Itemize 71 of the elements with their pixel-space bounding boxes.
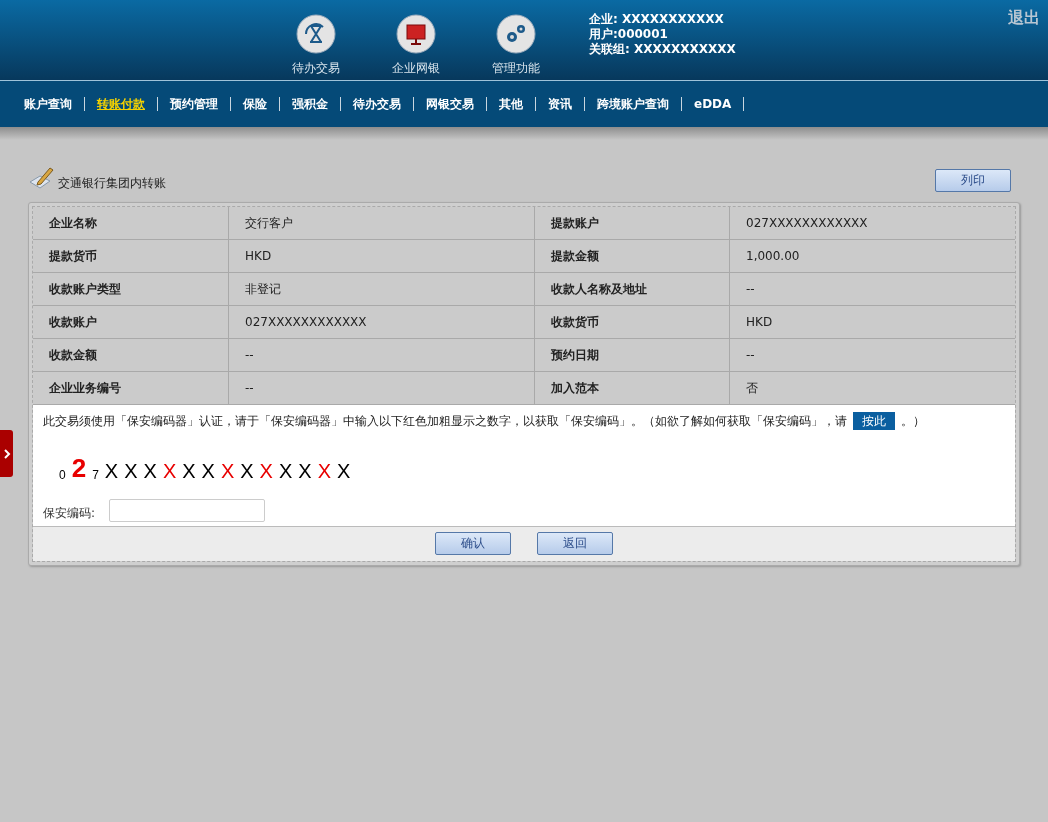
code-digit: 0 (59, 469, 66, 481)
field-value: 027XXXXXXXXXXXX (229, 306, 535, 339)
nav-tab[interactable]: 跨境账户查询 (585, 97, 682, 111)
nav-tab[interactable]: 其他 (487, 97, 536, 111)
field-value: 非登记 (229, 273, 535, 306)
print-button[interactable]: 列印 (935, 169, 1011, 192)
field-label: 加入范本 (535, 372, 730, 405)
code-digit: X (259, 461, 273, 481)
code-digit: X (298, 461, 312, 481)
shortcut-link[interactable]: 管理功能 (483, 14, 549, 80)
code-digit: X (124, 461, 138, 481)
field-label: 企业名称 (33, 207, 229, 240)
back-button[interactable]: 返回 (537, 532, 613, 555)
code-digit: 2 (71, 455, 87, 481)
nav-tab[interactable]: 待办交易 (341, 97, 414, 111)
field-label: 提款货币 (33, 240, 229, 273)
code-digit: X (336, 461, 351, 481)
security-code-field[interactable] (109, 499, 266, 522)
field-value: -- (229, 372, 535, 405)
nav-tab[interactable]: 转账付款 (85, 97, 158, 111)
user-info-text: 企业: XXXXXXXXXXX (589, 12, 725, 27)
field-value: -- (730, 339, 1015, 372)
code-digit: X (182, 461, 196, 481)
confirm-button[interactable]: 确认 (435, 532, 511, 555)
nav-tab[interactable]: eDDA (682, 97, 745, 111)
click-here-link[interactable]: 按此 (853, 412, 895, 430)
field-label: 收款货币 (535, 306, 730, 339)
logout-link[interactable]: 退出 (1008, 8, 1040, 29)
code-digit: X (240, 461, 254, 481)
field-label: 收款账户 (33, 306, 229, 339)
nav-tab[interactable]: 网银交易 (414, 97, 487, 111)
user-info-text: 用户:000001 (589, 27, 669, 42)
gears-icon (496, 14, 536, 54)
nav-tab[interactable]: 强积金 (280, 97, 341, 111)
field-value: HKD (730, 306, 1015, 339)
nav-tab[interactable]: 账户查询 (12, 97, 85, 111)
code-digit: 7 (92, 469, 99, 481)
page-title: 交通银行集团内转账 (58, 175, 166, 192)
field-value: -- (229, 339, 535, 372)
field-value: 否 (730, 372, 1015, 405)
monitor-icon (396, 14, 436, 54)
field-label: 预约日期 (535, 339, 730, 372)
shortcut-link[interactable]: 企业网银 (383, 14, 449, 80)
code-digit: X (220, 461, 235, 481)
code-digit: X (201, 461, 215, 481)
code-digit: X (104, 461, 119, 481)
field-label: 企业业务编号 (33, 372, 229, 405)
user-info-text: 关联组: XXXXXXXXXXX (589, 42, 736, 57)
hourglass-icon (296, 14, 336, 54)
chevron-right-icon (2, 448, 11, 459)
nav-tab[interactable]: 保险 (231, 97, 280, 111)
side-panel-toggle[interactable] (0, 430, 13, 477)
field-value: -- (730, 273, 1015, 306)
field-label: 提款账户 (535, 207, 730, 240)
field-value: 1,000.00 (730, 240, 1015, 273)
field-value: HKD (229, 240, 535, 273)
instruction-text: 此交易须使用「保安编码器」认证，请于「保安编码器」中输入以下红色加粗显示之数字，以获取「保安编码」。（如欲了解如何获取「保安编码」，请 按此 。） (43, 411, 926, 431)
shortcut-link[interactable]: 待办交易 (283, 14, 349, 80)
code-digit: X (162, 461, 177, 481)
field-label: 保安编码: (43, 505, 96, 522)
field-value: 交行客户 (229, 207, 535, 240)
field-label: 收款金额 (33, 339, 229, 372)
code-digit: X (317, 461, 331, 481)
field-value: 027XXXXXXXXXXXX (730, 207, 1015, 240)
nav-tab[interactable]: 预约管理 (158, 97, 231, 111)
code-digit: X (143, 461, 157, 481)
code-digit: X (278, 461, 293, 481)
field-label: 收款账户类型 (33, 273, 229, 306)
field-label: 收款人名称及地址 (535, 273, 730, 306)
nav-tab[interactable]: 资讯 (536, 97, 585, 111)
field-label: 提款金额 (535, 240, 730, 273)
